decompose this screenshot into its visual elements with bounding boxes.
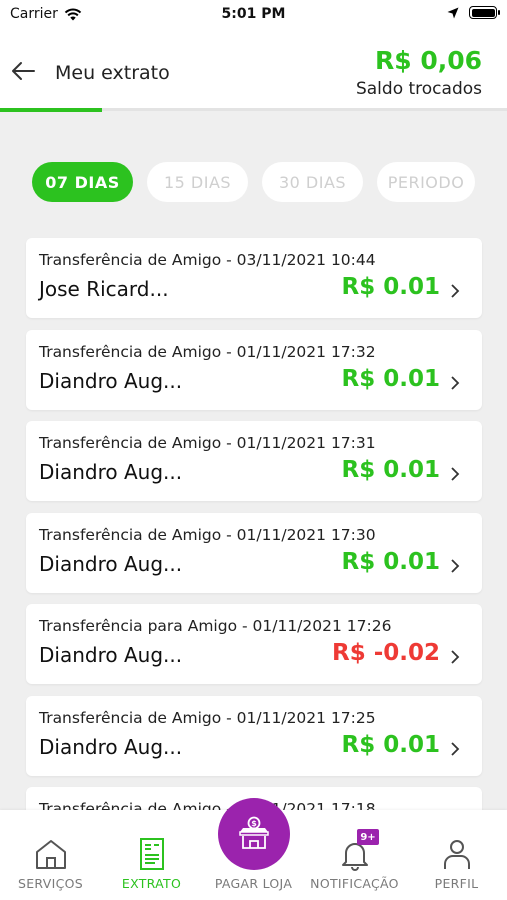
pay-store-button[interactable]: $ [218, 798, 290, 870]
chevron-right-icon [451, 375, 460, 390]
transaction-item[interactable]: Transferência de Amigo - 01/11/2021 17:3… [26, 421, 482, 501]
transaction-description: Transferência para Amigo - 01/11/2021 17… [39, 617, 392, 635]
balance-label: Saldo trocados [355, 79, 482, 99]
tab-label: PAGAR LOJA [214, 876, 293, 891]
tab-perfil[interactable]: PERFIL [406, 810, 507, 900]
transaction-amount: R$ -0.02 [331, 640, 440, 666]
filter-30-days[interactable]: 30 DIAS [262, 162, 363, 202]
transaction-amount: R$ 0.01 [341, 548, 440, 575]
location-arrow-icon [447, 7, 459, 18]
transaction-description: Transferência de Amigo - 01/11/2021 17:3… [39, 434, 376, 452]
clock: 5:01 PM [221, 6, 286, 22]
transaction-item[interactable]: Transferência de Amigo - 01/11/2021 17:3… [26, 329, 482, 410]
receipt-icon [139, 838, 164, 870]
transaction-description: Transferência de Amigo - 01/11/2021 17:2… [39, 708, 376, 727]
transaction-amount: R$ 0.01 [341, 731, 440, 758]
transaction-counterpart: Diandro Aug... [39, 643, 183, 667]
tab-label: SERVIÇOS [18, 876, 83, 891]
svg-text:$: $ [251, 819, 257, 828]
transaction-counterpart: Diandro Aug... [39, 551, 183, 576]
transaction-counterpart: Diandro Aug... [39, 734, 183, 759]
chevron-right-icon [451, 650, 460, 664]
header-progress-indicator [0, 108, 102, 112]
transaction-item[interactable]: Transferência para Amigo - 01/11/2021 17… [26, 604, 482, 684]
transaction-item[interactable]: Transferência de Amigo - 01/11/2021 17:3… [26, 512, 482, 593]
tab-notificacao[interactable]: NOTIFICAÇÃO [304, 810, 405, 900]
balance-value: R$ 0,06 [374, 46, 482, 75]
user-icon [443, 840, 470, 869]
chevron-right-icon [451, 284, 460, 298]
page-title: Meu extrato [55, 62, 170, 84]
filter-7-days[interactable]: 07 DIAS [32, 162, 133, 202]
filter-15-days[interactable]: 15 DIAS [147, 162, 248, 202]
transaction-item[interactable]: Transferência de Amigo - 01/11/2021 17:2… [26, 695, 482, 776]
transaction-amount: R$ 0.01 [341, 365, 440, 392]
tab-label: EXTRATO [121, 876, 182, 891]
back-arrow-icon[interactable] [10, 60, 36, 82]
transaction-counterpart: Jose Ricard... [39, 277, 169, 301]
store-icon: $ [239, 816, 269, 849]
transaction-description: Transferência de Amigo - 01/11/2021 17:3… [39, 525, 376, 544]
tab-label: PERFIL [434, 876, 479, 891]
status-bar: Carrier 5:01 PM [0, 0, 507, 30]
notification-badge: 9+ [357, 829, 379, 845]
home-icon [35, 840, 66, 869]
filter-period[interactable]: PERIODO [377, 162, 475, 202]
transaction-amount: R$ 0.01 [341, 274, 440, 300]
bottom-tab-bar: SERVIÇOS EXTRATO PAGAR LOJA NOTIFICAÇÃO … [0, 798, 507, 900]
page-header: Meu extrato R$ 0,06 Saldo trocados [0, 30, 507, 110]
chevron-right-icon [451, 467, 460, 481]
transaction-counterpart: Diandro Aug... [39, 460, 183, 484]
transaction-list: Transferência de Amigo - 03/11/2021 10:4… [26, 238, 482, 879]
tab-label: NOTIFICAÇÃO [310, 876, 399, 891]
status-right [447, 6, 500, 19]
transaction-item[interactable]: Transferência de Amigo - 03/11/2021 10:4… [26, 238, 482, 318]
chevron-right-icon [451, 558, 460, 573]
transaction-counterpart: Diandro Aug... [39, 368, 183, 393]
battery-icon [469, 6, 500, 19]
chevron-right-icon [451, 741, 460, 756]
period-filters: 07 DIAS 15 DIAS 30 DIAS PERIODO [32, 162, 475, 202]
tab-extrato[interactable]: EXTRATO [101, 810, 202, 900]
tab-servicos[interactable]: SERVIÇOS [0, 810, 101, 900]
transaction-description: Transferência de Amigo - 01/11/2021 17:3… [39, 342, 376, 361]
transaction-description: Transferência de Amigo - 03/11/2021 10:4… [39, 251, 376, 269]
transaction-amount: R$ 0.01 [341, 457, 440, 483]
